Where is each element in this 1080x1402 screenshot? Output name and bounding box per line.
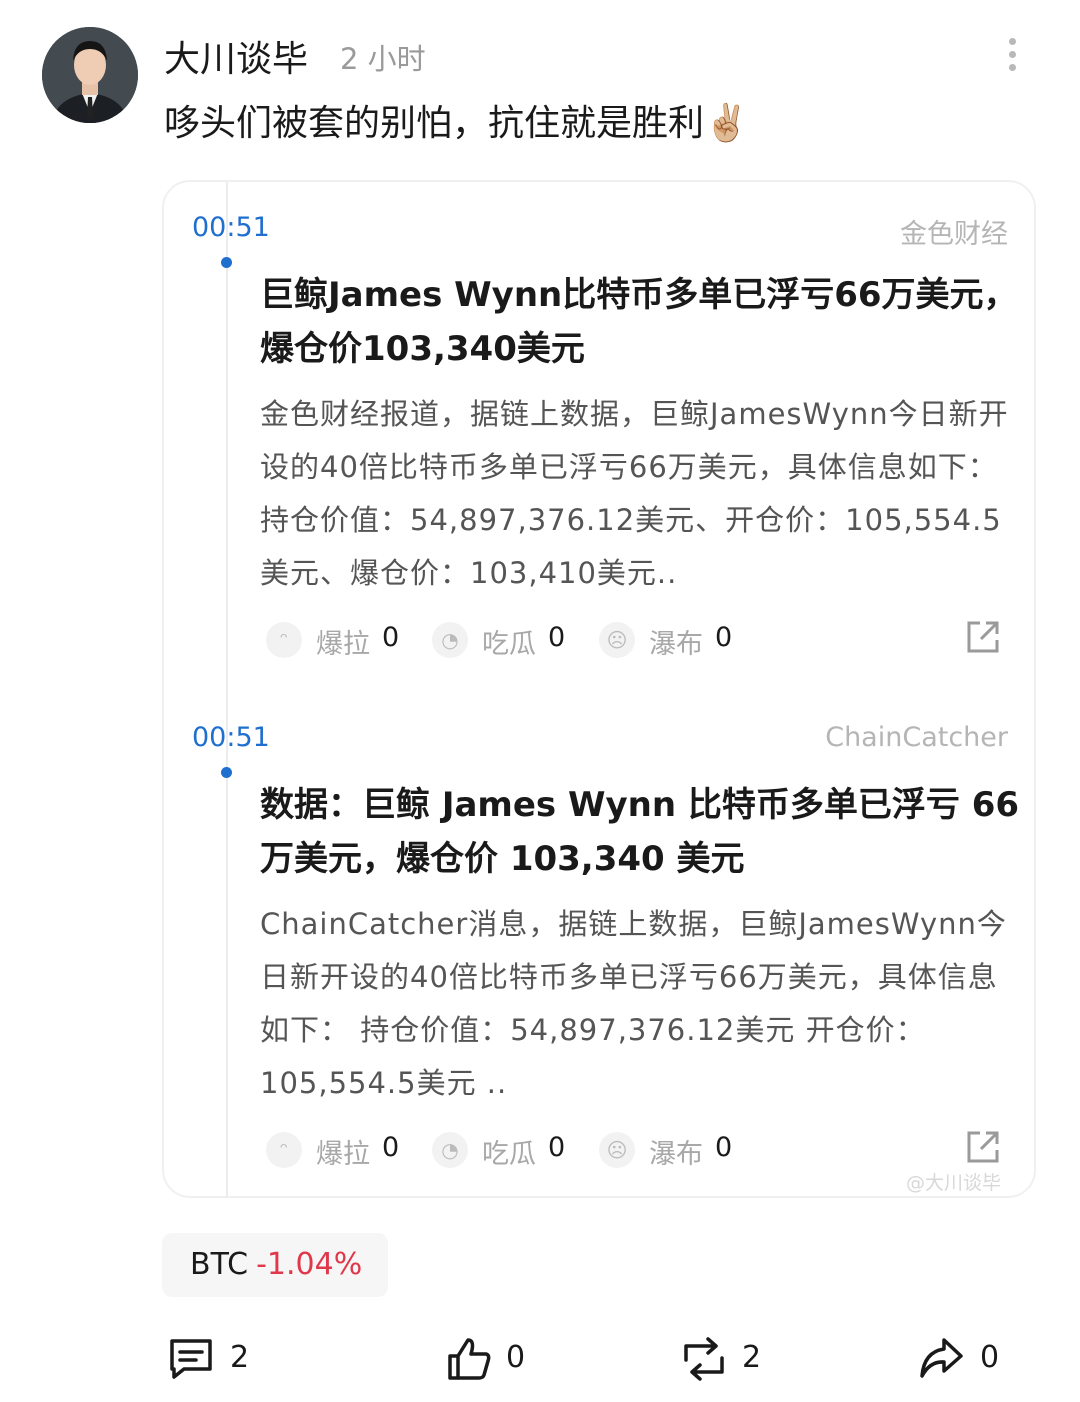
news-item[interactable]: 00:51 金色财经 巨鲸James Wynn比特币多单已浮亏66万美元，爆仓价… [164,182,1034,692]
share-count: 0 [980,1340,1000,1375]
watermelon-icon: ◔ [432,622,468,658]
reaction-label: 瀑布 [649,629,703,660]
news-summary: 金色财经报道，据链上数据，巨鲸JamesWynn今日新开设的40倍比特币多单已浮… [260,397,1009,590]
news-title[interactable]: 数据：巨鲸 James Wynn 比特币多单已浮亏 66 万美元，爆仓价 103… [260,778,1020,886]
timeline-dot [221,767,232,778]
post-time: 2 小时 [340,42,426,76]
reaction-count: 0 [715,1132,733,1163]
comment-count: 2 [230,1340,250,1375]
reaction-count: 0 [382,1132,400,1163]
author-name[interactable]: 大川谈毕 [164,30,308,82]
share-icon [920,1338,963,1378]
news-item[interactable]: 00:51 ChainCatcher 数据：巨鲸 James Wynn 比特币多… [164,692,1034,1198]
news-title[interactable]: 巨鲸James Wynn比特币多单已浮亏66万美元，爆仓价103,340美元 [260,268,1020,376]
reaction-count: 0 [548,622,566,653]
news-time: 00:51 [192,722,270,753]
ticker-change: -1.04% [256,1247,363,1282]
timeline-dot [221,257,232,268]
sad-face-icon: ☹ [599,1132,635,1168]
victory-hand-icon: ✌🏼 [704,103,749,144]
like-count: 0 [506,1340,526,1375]
reaction-label: 爆拉 [316,1139,370,1170]
thumbs-up-icon [448,1338,491,1380]
reaction-bar: ᵔ 爆拉 0 ◔ 吃瓜 0 ☹ 瀑布 0 [260,618,1010,662]
reaction-label: 吃瓜 [482,1139,536,1170]
post-text: 哆头们被套的别怕，抗住就是胜利✌🏼 [164,94,749,146]
ticker-symbol: BTC [190,1247,249,1282]
news-card[interactable]: 00:51 金色财经 巨鲸James Wynn比特币多单已浮亏66万美元，爆仓价… [162,180,1036,1198]
reaction-count: 0 [548,1132,566,1163]
reaction-label: 爆拉 [316,629,370,660]
external-share-icon[interactable] [964,1128,1002,1166]
more-options-icon[interactable] [996,34,1030,74]
news-source: 金色财经 [900,219,1008,250]
news-summary: ChainCatcher消息，据链上数据，巨鲸JamesWynn今日新开设的40… [260,907,1007,1100]
boom-icon: ᵔ [266,622,302,658]
reaction-count: 0 [382,622,400,653]
sad-face-icon: ☹ [599,622,635,658]
news-time: 00:51 [192,212,270,243]
reaction-label: 瀑布 [649,1139,703,1170]
news-source: ChainCatcher [825,722,1008,753]
ticker-chip[interactable]: BTC -1.04% [162,1233,388,1297]
watermelon-icon: ◔ [432,1132,468,1168]
comment-icon [170,1339,212,1379]
reaction-label: 吃瓜 [482,629,536,660]
repost-icon [684,1337,724,1381]
boom-icon: ᵔ [266,1132,302,1168]
reaction-bar: ᵔ 爆拉 0 ◔ 吃瓜 0 ☹ 瀑布 0 [260,1128,1010,1172]
avatar[interactable] [42,27,138,123]
reaction-count: 0 [715,622,733,653]
repost-count: 2 [742,1340,762,1375]
post-text-content: 哆头们被套的别怕，抗住就是胜利 [164,103,705,144]
external-share-icon[interactable] [964,618,1002,656]
watermark: @大川谈毕 [906,1172,1002,1194]
